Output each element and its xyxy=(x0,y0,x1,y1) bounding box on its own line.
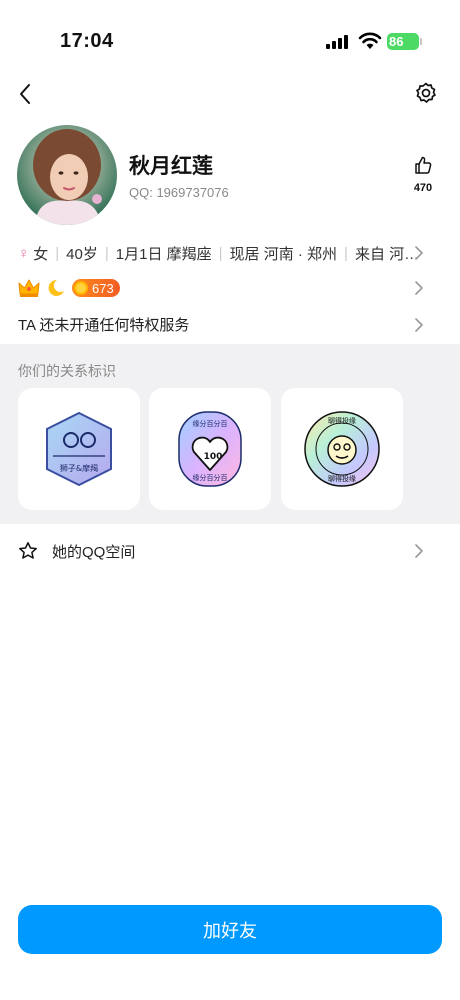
battery-tip xyxy=(420,38,422,45)
chat-badge-top-text: 聊得投缘 xyxy=(328,416,356,425)
status-bar: 17:04 86 xyxy=(0,0,460,80)
battery-level: 86 xyxy=(389,34,404,49)
profile-info-row[interactable]: ♀ 女 | 40岁 | 1月1日 摩羯座 | 现居 河南 · 郑州 | 来自 河… xyxy=(18,242,442,264)
avatar[interactable] xyxy=(17,125,117,225)
female-icon: ♀ xyxy=(18,244,30,262)
level-badge: 673 xyxy=(72,279,120,297)
zodiac-badge-label: 狮子&摩羯 xyxy=(60,463,98,473)
location-text: 现居 河南 · 郑州 xyxy=(229,245,338,263)
hometown-text: 来自 河… xyxy=(354,245,420,263)
match-badge-top-text: 缘分百分百 xyxy=(193,419,228,428)
divider: | xyxy=(104,244,109,262)
divider: | xyxy=(55,244,60,262)
match-score: 100 xyxy=(204,452,223,462)
divider: | xyxy=(218,244,223,262)
qzone-label: 她的QQ空间 xyxy=(52,543,136,561)
chevron-right-icon xyxy=(415,246,423,260)
signal-icon xyxy=(326,35,352,49)
birthday-text: 1月1日 摩羯座 xyxy=(115,245,212,263)
heart-badge-icon: 缘分百分百 100 缘分百分百 xyxy=(178,411,242,487)
privilege-text: TA 还未开通任何特权服务 xyxy=(18,317,190,334)
divider: | xyxy=(344,244,348,262)
chat-badge-bottom-text: 聊得投缘 xyxy=(328,474,356,483)
add-friend-button[interactable]: 加好友 xyxy=(18,905,442,954)
chevron-right-icon xyxy=(415,544,423,558)
chevron-right-icon xyxy=(415,281,423,295)
smile-badge-icon: 聊得投缘 聊得投缘 xyxy=(304,411,380,487)
relationship-section: 你们的关系标识 狮子&摩羯 缘分百分百 100 缘分百分百 聊得投缘 聊得投缘 xyxy=(0,344,460,524)
match-badge-bottom-text: 缘分百分百 xyxy=(193,473,228,482)
battery-indicator: 86 xyxy=(387,33,419,50)
relation-card-chat[interactable]: 聊得投缘 聊得投缘 xyxy=(281,388,403,510)
gender-text: 女 xyxy=(33,245,49,263)
like-count: 470 xyxy=(413,182,433,194)
sun-icon xyxy=(74,281,88,295)
star-icon xyxy=(19,542,37,559)
age-text: 40岁 xyxy=(66,245,98,263)
wifi-icon xyxy=(358,32,382,49)
relationship-title: 你们的关系标识 xyxy=(18,363,116,379)
chevron-right-icon xyxy=(415,318,423,332)
back-icon[interactable] xyxy=(14,80,38,108)
crown-icon xyxy=(18,279,40,297)
relation-card-zodiac[interactable]: 狮子&摩羯 xyxy=(18,388,140,510)
nickname: 秋月红莲 xyxy=(129,155,213,178)
qq-number: QQ: 1969737076 xyxy=(129,185,229,200)
gear-icon[interactable] xyxy=(414,81,438,105)
status-time: 17:04 xyxy=(60,30,114,52)
privilege-row[interactable]: TA 还未开通任何特权服务 xyxy=(18,314,442,336)
qzone-row[interactable]: 她的QQ空间 xyxy=(18,538,442,564)
like-button[interactable]: 470 xyxy=(405,155,441,194)
zodiac-badge-icon: 狮子&摩羯 xyxy=(46,411,112,487)
level-number: 673 xyxy=(92,280,114,296)
thumbs-up-icon xyxy=(415,156,432,174)
relation-card-match[interactable]: 缘分百分百 100 缘分百分百 xyxy=(149,388,271,510)
badges-row[interactable]: 673 xyxy=(18,276,442,300)
moon-icon xyxy=(48,279,64,296)
